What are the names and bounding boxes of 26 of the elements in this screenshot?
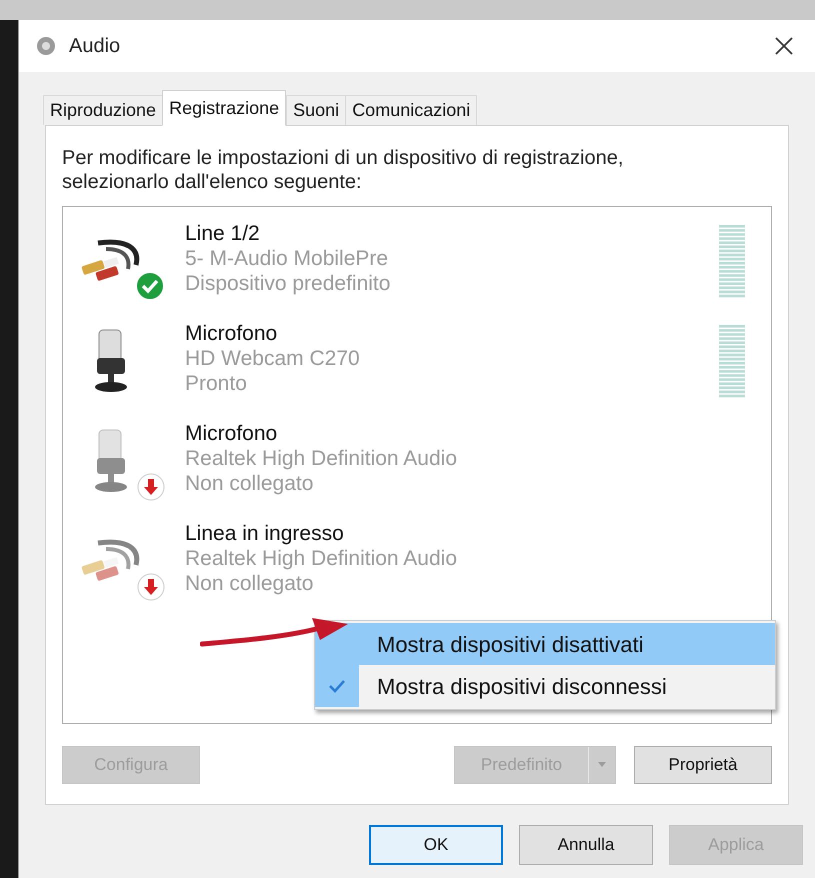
window-title: Audio	[69, 34, 120, 59]
menu-item[interactable]: Mostra dispositivi disconnessi	[315, 665, 775, 707]
tab[interactable]: Riproduzione	[43, 95, 164, 125]
device-description: Realtek High Definition Audio	[185, 446, 457, 471]
device-description: HD Webcam C270	[185, 346, 360, 371]
dialog-button[interactable]: OK	[369, 824, 503, 864]
panel-button[interactable]: Proprietà	[634, 746, 772, 784]
close-icon	[774, 36, 794, 56]
device-status: Non collegato	[185, 571, 314, 596]
dialog-button[interactable]: Annulla	[519, 824, 653, 864]
tab[interactable]: Comunicazioni	[345, 95, 478, 125]
checkmark-icon	[328, 679, 346, 693]
device-name: Microfono	[185, 321, 278, 346]
tab[interactable]: Registrazione	[162, 90, 286, 126]
device-name: Line 1/2	[185, 221, 261, 246]
device-description: Realtek High Definition Audio	[185, 546, 457, 571]
device-status: Pronto	[185, 371, 248, 396]
device-name: Microfono	[185, 421, 278, 446]
device-name: Linea in ingresso	[185, 521, 345, 546]
menu-item[interactable]: Mostra dispositivi disattivati	[315, 623, 775, 665]
device-status: Dispositivo predefinito	[185, 271, 390, 296]
device-description: 5- M-Audio MobilePre	[185, 246, 390, 271]
tab[interactable]: Suoni	[286, 95, 346, 125]
instructions-text: Per modificare le impostazioni di un dispositivo di registrazione, selezionarlo dall'elenco seguente:	[62, 146, 624, 194]
speaker-icon	[35, 35, 57, 57]
device-status: Non collegato	[185, 471, 314, 496]
